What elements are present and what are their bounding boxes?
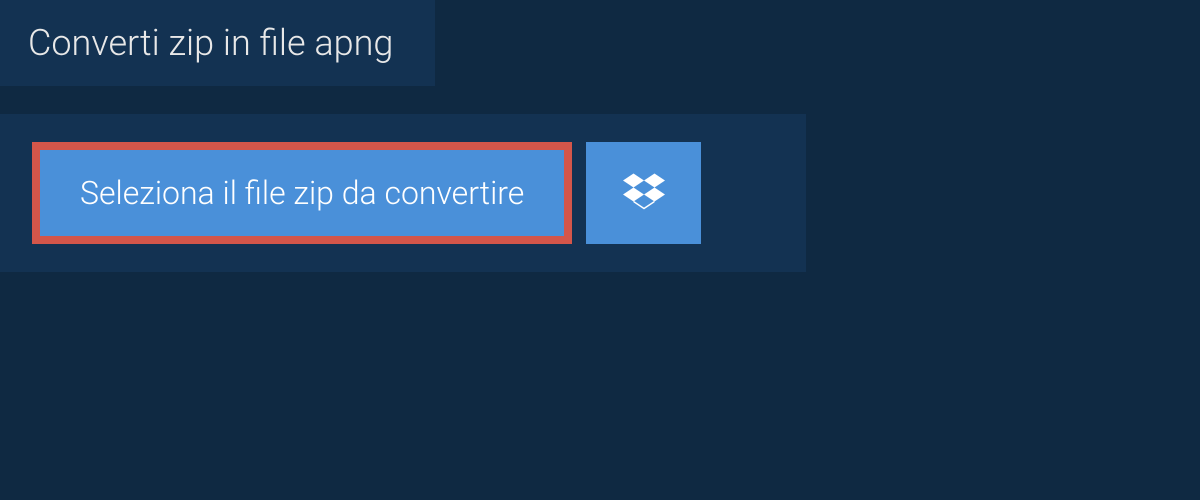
dropbox-button[interactable] — [586, 142, 701, 244]
dropbox-icon — [623, 170, 665, 216]
select-file-label: Seleziona il file zip da convertire — [80, 174, 524, 212]
select-file-button[interactable]: Seleziona il file zip da convertire — [32, 142, 572, 244]
tab-header[interactable]: Converti zip in file apng — [0, 0, 435, 86]
tab-title: Converti zip in file apng — [28, 22, 393, 64]
upload-panel: Seleziona il file zip da convertire — [0, 114, 806, 272]
